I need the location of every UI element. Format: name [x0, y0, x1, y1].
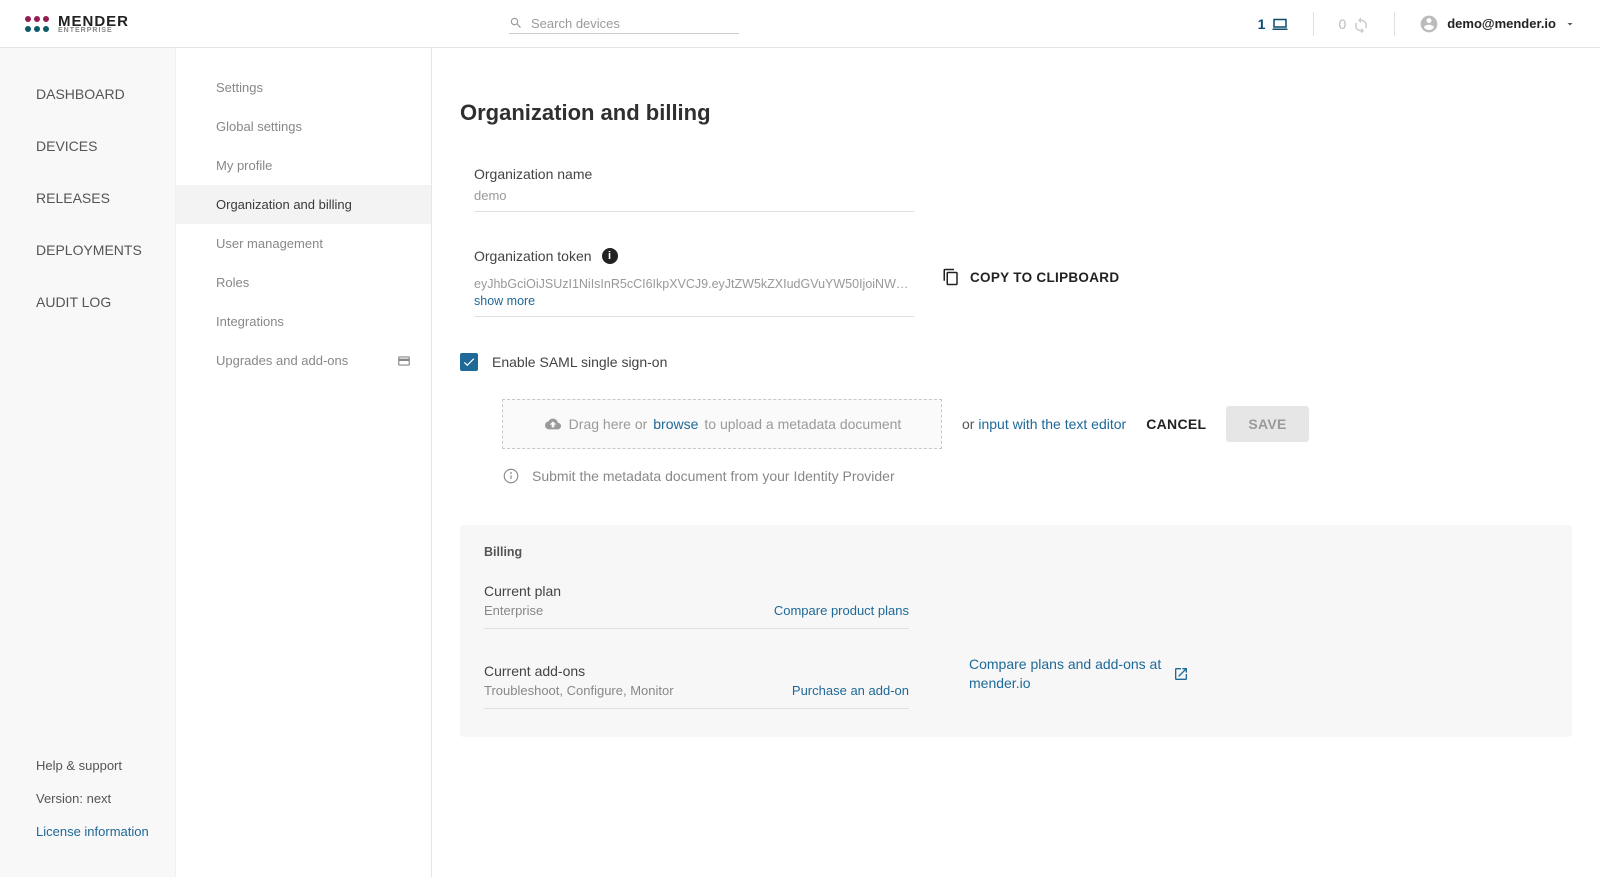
settings-nav-global[interactable]: Global settings [176, 107, 431, 146]
logo[interactable]: MENDER ENTERPRISE [24, 14, 129, 34]
nav-devices[interactable]: DEVICES [0, 120, 175, 172]
user-menu[interactable]: demo@mender.io [1419, 14, 1576, 34]
check-icon [462, 355, 476, 369]
settings-nav-roles[interactable]: Roles [176, 263, 431, 302]
settings-sidebar: Settings Global settings My profile Orga… [176, 48, 432, 877]
pending-count-value: 0 [1338, 16, 1346, 32]
or-text-editor: or input with the text editor [962, 416, 1126, 432]
dropzone-suffix: to upload a metadata document [704, 416, 901, 432]
copy-to-clipboard-button[interactable]: COPY TO CLIPBOARD [942, 268, 1119, 286]
saml-checkbox[interactable] [460, 353, 478, 371]
show-more-link[interactable]: show more [474, 294, 914, 308]
version-label: Version: next [36, 791, 175, 806]
nav-audit-log[interactable]: AUDIT LOG [0, 276, 175, 328]
external-link-icon [1173, 666, 1189, 682]
settings-nav-upgrades[interactable]: Upgrades and add-ons [176, 341, 431, 380]
purchase-addon-link[interactable]: Purchase an add-on [792, 683, 909, 698]
divider [1394, 12, 1395, 36]
search-placeholder: Search devices [531, 16, 620, 31]
copy-label: COPY TO CLIPBOARD [970, 270, 1119, 285]
settings-nav-upgrades-label: Upgrades and add-ons [216, 353, 348, 368]
text-editor-link[interactable]: input with the text editor [978, 416, 1126, 432]
nav-releases[interactable]: RELEASES [0, 172, 175, 224]
help-support-link[interactable]: Help & support [36, 758, 175, 773]
compare-external-link[interactable]: Compare plans and add-ons at mender.io [969, 655, 1189, 694]
current-plan-label: Current plan [484, 583, 561, 599]
nav-dashboard[interactable]: DASHBOARD [0, 68, 175, 120]
compare-external-text: Compare plans and add-ons at mender.io [969, 655, 1165, 694]
page-title: Organization and billing [460, 100, 1572, 126]
billing-panel: Billing Current plan Enterprise Compare … [460, 525, 1572, 737]
search-input[interactable]: Search devices [509, 14, 739, 34]
main-content: Organization and billing Organization na… [432, 48, 1600, 877]
divider [1313, 12, 1314, 36]
logo-icon [24, 14, 50, 34]
saml-dropzone[interactable]: Drag here or browse to upload a metadata… [502, 399, 942, 449]
credit-card-icon [395, 354, 413, 368]
cancel-button[interactable]: CANCEL [1146, 416, 1206, 432]
nav-deployments[interactable]: DEPLOYMENTS [0, 224, 175, 276]
settings-nav-org-billing[interactable]: Organization and billing [176, 185, 431, 224]
settings-nav-integrations[interactable]: Integrations [176, 302, 431, 341]
brand-subtitle: ENTERPRISE [58, 27, 129, 34]
saml-hint: Submit the metadata document from your I… [532, 468, 895, 484]
license-information-link[interactable]: License information [36, 824, 175, 839]
org-name-label: Organization name [474, 166, 914, 182]
pending-count-widget[interactable]: 0 [1338, 15, 1370, 33]
current-plan-value: Enterprise [484, 603, 561, 618]
search-icon [509, 16, 523, 30]
compare-plans-link[interactable]: Compare product plans [774, 603, 909, 618]
org-token-value: eyJhbGciOiJSUzI1NiIsInR5cCI6IkpXVCJ9.eyJ… [474, 276, 914, 294]
devices-icon [1271, 15, 1289, 33]
dropzone-prefix: Drag here or [569, 416, 648, 432]
org-token-label: Organization token [474, 248, 592, 264]
device-count-value: 1 [1258, 16, 1266, 32]
org-token-field: Organization token i eyJhbGciOiJSUzI1NiI… [474, 248, 914, 317]
primary-sidebar: DASHBOARD DEVICES RELEASES DEPLOYMENTS A… [0, 48, 176, 877]
org-name-value: demo [474, 188, 914, 203]
org-name-field: Organization name demo [474, 166, 914, 212]
info-outline-icon [502, 467, 520, 485]
browse-link[interactable]: browse [653, 416, 698, 432]
settings-nav-user-management[interactable]: User management [176, 224, 431, 263]
header: MENDER ENTERPRISE Search devices 1 0 dem… [0, 0, 1600, 48]
copy-icon [942, 268, 960, 286]
billing-title: Billing [484, 545, 1548, 559]
caret-down-icon [1564, 18, 1576, 30]
saml-label: Enable SAML single sign-on [492, 354, 667, 370]
avatar-icon [1419, 14, 1439, 34]
user-email: demo@mender.io [1447, 16, 1556, 31]
info-icon[interactable]: i [602, 248, 618, 264]
save-button[interactable]: SAVE [1226, 406, 1308, 442]
cloud-upload-icon [543, 416, 563, 432]
settings-nav-settings[interactable]: Settings [176, 68, 431, 107]
device-count-widget[interactable]: 1 [1258, 15, 1290, 33]
current-addons-value: Troubleshoot, Configure, Monitor [484, 683, 674, 698]
settings-nav-my-profile[interactable]: My profile [176, 146, 431, 185]
current-addons-label: Current add-ons [484, 663, 674, 679]
refresh-icon [1352, 15, 1370, 33]
